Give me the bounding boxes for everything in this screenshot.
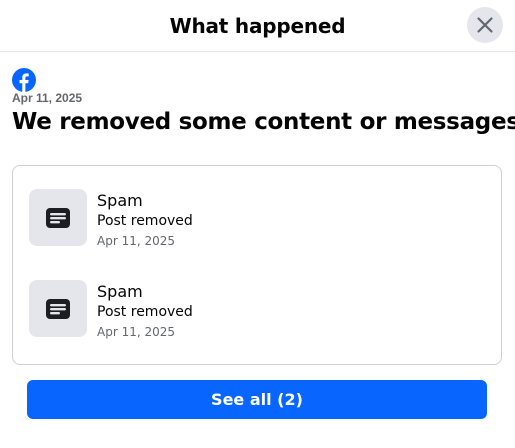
post-icon-tile <box>29 280 87 337</box>
item-status: Post removed <box>97 213 193 229</box>
summary-date: Apr 11, 2025 <box>12 91 83 105</box>
item-status: Post removed <box>97 304 193 320</box>
list-item[interactable]: Spam Post removed Apr 11, 2025 <box>29 189 489 249</box>
close-button[interactable] <box>467 7 503 43</box>
post-icon-tile <box>29 189 87 246</box>
what-happened-dialog: What happened Apr 11, 2025 We removed so… <box>0 0 515 448</box>
see-all-button[interactable]: See all (2) <box>27 380 487 419</box>
list-item[interactable]: Spam Post removed Apr 11, 2025 <box>29 280 489 340</box>
post-icon <box>46 207 70 228</box>
item-date: Apr 11, 2025 <box>97 234 176 248</box>
item-date: Apr 11, 2025 <box>97 325 176 339</box>
post-icon <box>46 298 70 319</box>
dialog-header: What happened <box>0 0 515 52</box>
summary-title: We removed some content or messages <box>12 109 515 135</box>
close-icon <box>477 17 493 33</box>
dialog-title: What happened <box>169 13 346 38</box>
item-title: Spam <box>97 282 143 301</box>
removed-content-list: Spam Post removed Apr 11, 2025 Spam Post… <box>12 165 502 365</box>
item-title: Spam <box>97 191 143 210</box>
facebook-logo-icon <box>12 68 36 92</box>
